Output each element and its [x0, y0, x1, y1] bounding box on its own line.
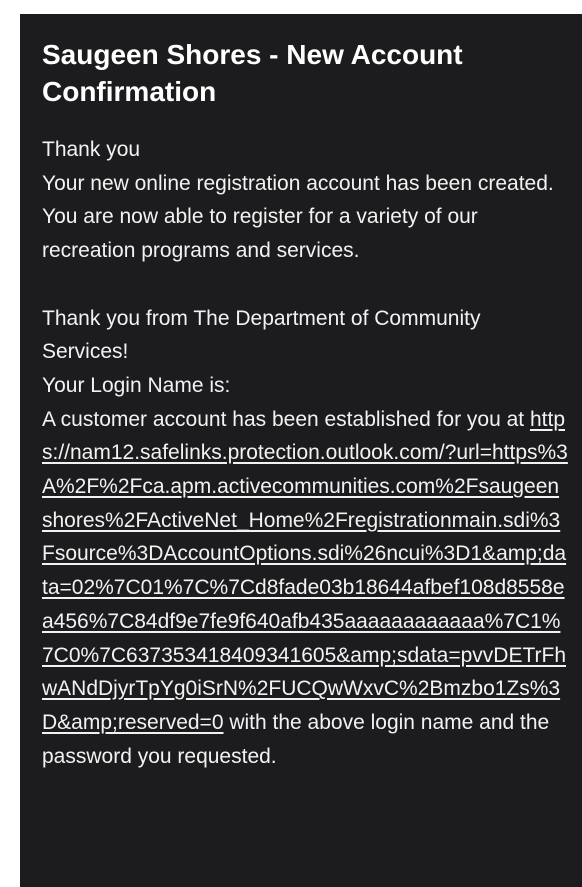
registration-link[interactable]: https://nam12.safelinks.protection.outlo… [42, 408, 568, 734]
login-name-label: Your Login Name is: [42, 373, 231, 397]
email-body: Thank you Your new online registration a… [42, 133, 568, 773]
account-prefix-text: A customer account has been established … [42, 407, 530, 431]
account-paragraph: A customer account has been established … [42, 403, 568, 774]
confirmation-paragraph: Your new online registration account has… [42, 171, 554, 263]
thanks-text: Thank you from The Department of Communi… [42, 306, 481, 364]
email-subject: Saugeen Shores - New Account Confirmatio… [42, 39, 463, 107]
email-message-panel: Saugeen Shores - New Account Confirmatio… [20, 14, 582, 887]
greeting-text: Thank you [42, 138, 141, 161]
